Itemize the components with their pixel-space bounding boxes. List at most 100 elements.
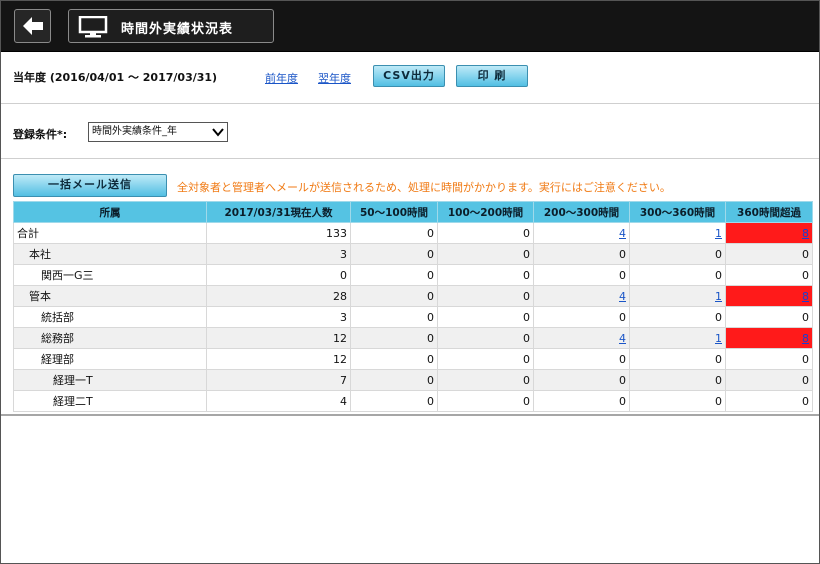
table-row: 管本 28 0 0 4 1 8 xyxy=(13,285,813,307)
value-cell-c5: 0 xyxy=(725,243,813,265)
condition-row: 登録条件*: 時間外実績条件_年 xyxy=(13,121,803,143)
table-row: 統括部 3 0 0 0 0 0 xyxy=(13,306,813,328)
value-cell-c1: 0 xyxy=(350,285,438,307)
value-cell-c5: 0 xyxy=(725,369,813,391)
value-link[interactable]: 4 xyxy=(619,290,626,303)
value-cell-count: 0 xyxy=(206,264,351,286)
dept-name-cell: 経理二T xyxy=(13,390,207,412)
divider xyxy=(1,158,819,159)
value-cell-c4: 1 xyxy=(629,285,726,307)
value-link[interactable]: 1 xyxy=(715,227,722,240)
condition-label: 登録条件*: xyxy=(13,128,68,141)
value-cell-c4: 0 xyxy=(629,348,726,370)
value-cell-c2: 0 xyxy=(437,306,534,328)
overtime-table: 所属 2017/03/31現在人数 50～100時間 100～200時間 200… xyxy=(13,201,813,412)
value-cell-c3: 4 xyxy=(533,222,630,244)
value-cell-c1: 0 xyxy=(350,348,438,370)
value-cell-c3: 0 xyxy=(533,369,630,391)
col-header-over-360[interactable]: 360時間超過 xyxy=(725,201,813,223)
value-link[interactable]: 1 xyxy=(715,332,722,345)
value-cell-count: 3 xyxy=(206,306,351,328)
value-cell-c5: 8 xyxy=(725,327,813,349)
table-row: 合計 133 0 0 4 1 8 xyxy=(13,222,813,244)
table-bottom-border xyxy=(1,414,819,416)
value-cell-c1: 0 xyxy=(350,243,438,265)
page-title: 時間外実績状況表 xyxy=(121,22,234,37)
table-row: 総務部 12 0 0 4 1 8 xyxy=(13,327,813,349)
fiscal-period: 当年度 (2016/04/01 ～ 2017/03/31) xyxy=(13,71,218,84)
value-cell-c2: 0 xyxy=(437,327,534,349)
value-cell-c1: 0 xyxy=(350,264,438,286)
value-link[interactable]: 8 xyxy=(802,227,809,240)
table-row: 経理二T 4 0 0 0 0 0 xyxy=(13,390,813,412)
table-header-row: 所属 2017/03/31現在人数 50～100時間 100～200時間 200… xyxy=(13,201,813,223)
value-cell-c5: 0 xyxy=(725,348,813,370)
value-cell-count: 12 xyxy=(206,327,351,349)
back-button[interactable] xyxy=(14,9,51,43)
app-window: 時間外実績状況表 当年度 (2016/04/01 ～ 2017/03/31) 前… xyxy=(0,0,820,564)
dept-name-cell: 管本 xyxy=(13,285,207,307)
value-link[interactable]: 8 xyxy=(802,290,809,303)
value-cell-c3: 0 xyxy=(533,390,630,412)
monitor-icon xyxy=(78,16,108,38)
value-link[interactable]: 1 xyxy=(715,290,722,303)
value-cell-c4: 0 xyxy=(629,243,726,265)
bulk-mail-button[interactable]: 一括メール送信 xyxy=(13,174,167,197)
value-cell-c3: 0 xyxy=(533,264,630,286)
value-cell-c3: 0 xyxy=(533,243,630,265)
value-cell-count: 28 xyxy=(206,285,351,307)
value-cell-c4: 0 xyxy=(629,369,726,391)
arrow-left-icon xyxy=(23,17,43,35)
value-cell-c5: 0 xyxy=(725,390,813,412)
dept-name-cell: 経理部 xyxy=(13,348,207,370)
table-row: 本社 3 0 0 0 0 0 xyxy=(13,243,813,265)
divider xyxy=(1,103,819,104)
value-cell-c1: 0 xyxy=(350,390,438,412)
value-cell-c4: 1 xyxy=(629,327,726,349)
col-header-50-100[interactable]: 50～100時間 xyxy=(350,201,438,223)
condition-select[interactable]: 時間外実績条件_年 xyxy=(88,122,228,142)
value-link[interactable]: 8 xyxy=(802,332,809,345)
value-cell-c1: 0 xyxy=(350,306,438,328)
next-year-link[interactable]: 翌年度 xyxy=(318,70,351,86)
value-cell-count: 133 xyxy=(206,222,351,244)
value-cell-c3: 0 xyxy=(533,348,630,370)
value-link[interactable]: 4 xyxy=(619,332,626,345)
value-cell-c2: 0 xyxy=(437,264,534,286)
page-title-box: 時間外実績状況表 xyxy=(68,9,274,43)
dept-name-cell: 経理一T xyxy=(13,369,207,391)
value-cell-c3: 0 xyxy=(533,306,630,328)
dept-name-cell: 総務部 xyxy=(13,327,207,349)
value-cell-count: 4 xyxy=(206,390,351,412)
value-cell-c3: 4 xyxy=(533,285,630,307)
col-header-headcount[interactable]: 2017/03/31現在人数 xyxy=(206,201,351,223)
col-header-dept[interactable]: 所属 xyxy=(13,201,207,223)
value-cell-c4: 0 xyxy=(629,390,726,412)
value-cell-c4: 0 xyxy=(629,264,726,286)
value-cell-c1: 0 xyxy=(350,222,438,244)
value-cell-c2: 0 xyxy=(437,390,534,412)
period-toolbar: 当年度 (2016/04/01 ～ 2017/03/31) 前年度 翌年度 CS… xyxy=(13,65,803,89)
value-link[interactable]: 4 xyxy=(619,227,626,240)
col-header-100-200[interactable]: 100～200時間 xyxy=(437,201,534,223)
mail-notice: 全対象者と管理者へメールが送信されるため、処理に時間がかかります。実行にはご注意… xyxy=(177,181,671,194)
value-cell-c5: 0 xyxy=(725,306,813,328)
value-cell-count: 12 xyxy=(206,348,351,370)
print-button[interactable]: 印 刷 xyxy=(456,65,528,87)
table-row: 経理部 12 0 0 0 0 0 xyxy=(13,348,813,370)
value-cell-c2: 0 xyxy=(437,285,534,307)
header-bar: 時間外実績状況表 xyxy=(1,1,819,52)
table-row: 関西一G三 0 0 0 0 0 0 xyxy=(13,264,813,286)
col-header-300-360[interactable]: 300～360時間 xyxy=(629,201,726,223)
value-cell-c2: 0 xyxy=(437,243,534,265)
value-cell-c2: 0 xyxy=(437,348,534,370)
value-cell-c5: 0 xyxy=(725,264,813,286)
chevron-down-icon xyxy=(212,128,224,137)
dept-name-cell: 関西一G三 xyxy=(13,264,207,286)
value-cell-c5: 8 xyxy=(725,285,813,307)
csv-export-button[interactable]: CSV出力 xyxy=(373,65,445,87)
value-cell-c4: 1 xyxy=(629,222,726,244)
col-header-200-300[interactable]: 200～300時間 xyxy=(533,201,630,223)
value-cell-c2: 0 xyxy=(437,369,534,391)
prev-year-link[interactable]: 前年度 xyxy=(265,70,298,86)
